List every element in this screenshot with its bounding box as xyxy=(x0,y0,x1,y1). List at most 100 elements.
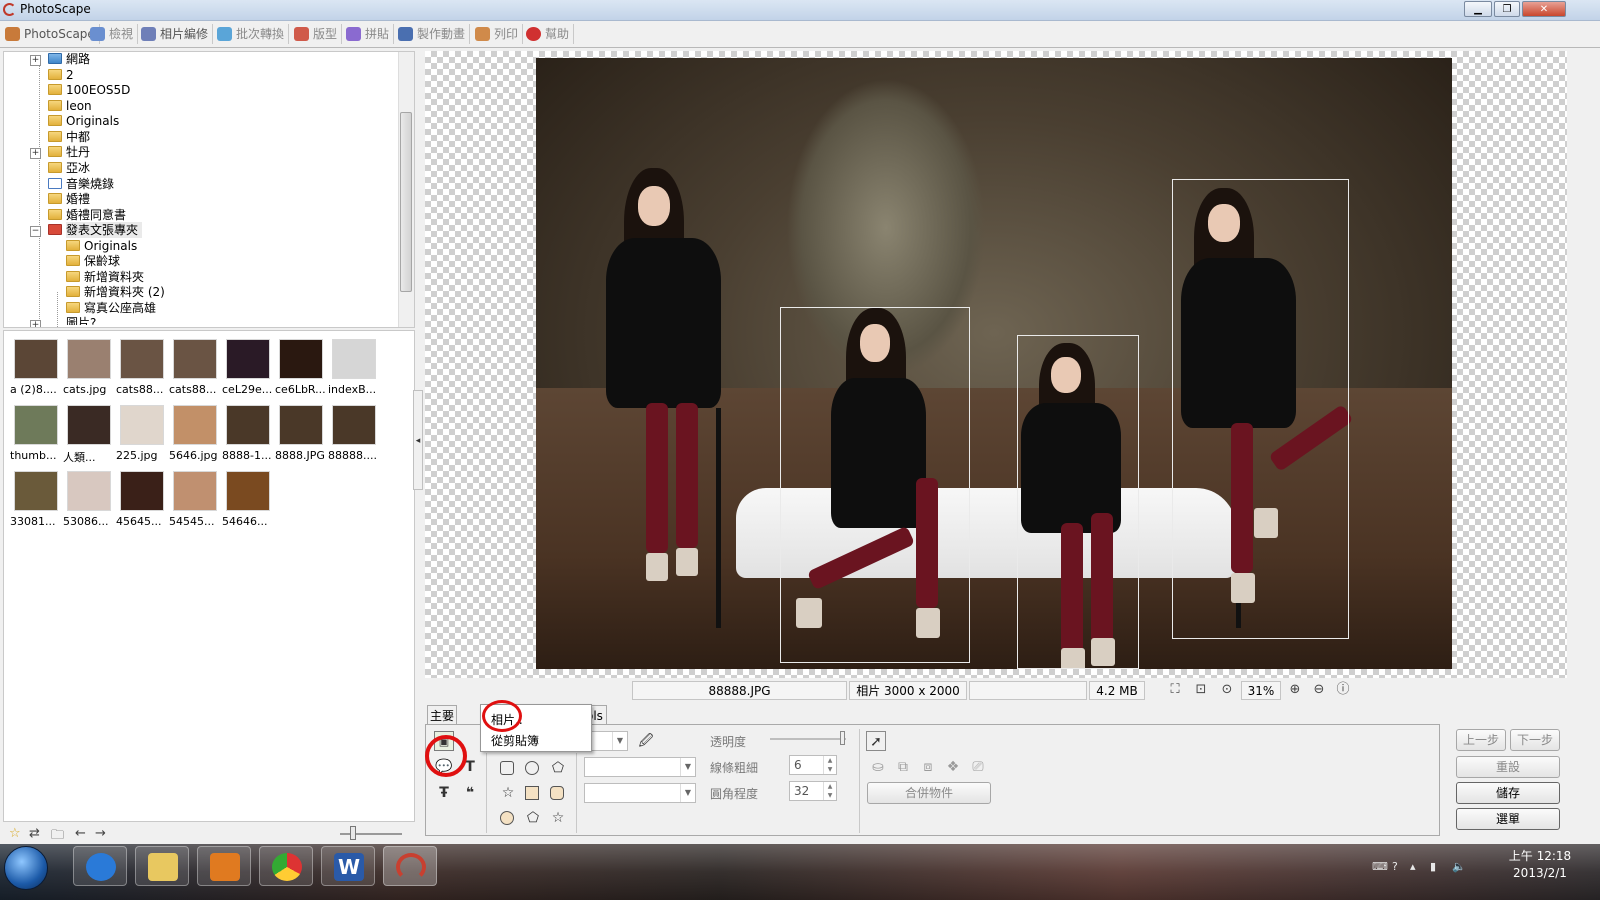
select-arrow-icon[interactable]: ➚ xyxy=(866,731,886,751)
tree-item-selected[interactable]: 發表文張專夾 xyxy=(48,222,143,238)
tab-batch[interactable]: 批次轉換 xyxy=(214,24,290,44)
tree-item[interactable]: Originals xyxy=(48,113,119,129)
photo-object-frame[interactable] xyxy=(780,307,970,663)
corner-spinner[interactable]: 32 ▲ ▼ xyxy=(789,781,837,801)
tree-item[interactable]: 2 xyxy=(48,67,74,83)
fit-window-icon[interactable]: ⛶ xyxy=(1167,682,1183,698)
thumbnail-item[interactable]: 人類... xyxy=(63,401,113,464)
thumbnail-grid[interactable]: a (2)8.... cats.jpg cats88... cats88... ceL2… xyxy=(3,330,415,822)
tree-item[interactable]: 婚禮同意書 xyxy=(48,207,126,223)
tab-animated-gif[interactable]: 製作動畫 xyxy=(395,24,471,44)
help-tray-icon[interactable]: ? xyxy=(1392,860,1398,873)
thumbnail-item[interactable]: 53086... xyxy=(63,467,113,529)
text-box-icon[interactable]: Ŧ xyxy=(434,783,454,803)
tab-home[interactable]: 主要 xyxy=(427,705,457,725)
tree-item[interactable]: 新增資料夾 (2) xyxy=(66,284,165,300)
thumbnail-item[interactable]: 8888-1... xyxy=(222,401,272,463)
tab-print[interactable]: 列印 xyxy=(472,24,524,44)
forward-arrow-icon[interactable]: → xyxy=(95,826,106,841)
tree-item[interactable]: leon xyxy=(48,98,92,114)
menu-button[interactable]: 選單 xyxy=(1456,808,1560,830)
undo-button[interactable]: 上一步 xyxy=(1456,729,1506,751)
tree-item-network[interactable]: 網路 xyxy=(48,52,90,67)
taskbar-app-explorer[interactable] xyxy=(135,846,189,886)
close-button[interactable]: ✕ xyxy=(1522,1,1566,17)
info-icon[interactable]: ⓘ xyxy=(1335,682,1351,698)
expand-button[interactable]: + xyxy=(30,55,41,66)
tree-item[interactable]: 新增資料夾 xyxy=(66,269,144,285)
thumbnail-item[interactable]: 88888.... xyxy=(328,401,378,463)
tree-item[interactable]: Originals xyxy=(66,238,137,254)
thumbnail-item[interactable]: a (2)8.... xyxy=(10,335,60,397)
star-outline-icon[interactable]: ☆ xyxy=(498,783,518,803)
actual-size-icon[interactable]: ⊡ xyxy=(1193,682,1209,698)
thumbnail-item[interactable]: 5646.jpg xyxy=(169,401,219,463)
tree-scrollbar-thumb[interactable] xyxy=(400,112,412,292)
object-icon[interactable]: ⛀ xyxy=(868,757,888,777)
fill-style-combo[interactable]: ▼ xyxy=(584,783,696,803)
show-hidden-icons[interactable]: ▴ xyxy=(1410,860,1416,873)
tree-item[interactable]: 中都 xyxy=(48,129,90,145)
thumbnail-item[interactable]: ce6LbR... xyxy=(275,335,326,397)
thumbnail-item[interactable]: 33081... xyxy=(10,467,60,529)
tree-item[interactable]: 婚禮 xyxy=(48,191,90,207)
thumbnail-item[interactable]: 54646... xyxy=(222,467,272,529)
expand-button[interactable]: + xyxy=(30,148,41,159)
taskbar-app-chrome[interactable] xyxy=(259,846,313,886)
tree-item[interactable]: 圖片? xyxy=(66,315,96,325)
collapse-button[interactable]: − xyxy=(30,226,41,237)
taskbar-app-ie[interactable] xyxy=(73,846,127,886)
panel-collapse-handle[interactable]: ◂ xyxy=(413,390,423,490)
line-width-spinner[interactable]: 6 ▲ ▼ xyxy=(789,755,837,775)
zoom-fit-icon[interactable]: ⊙ xyxy=(1219,682,1235,698)
expand-button[interactable]: + xyxy=(30,320,41,327)
zoom-in-icon[interactable]: ⊕ xyxy=(1287,682,1303,698)
folder-tree[interactable]: + 網路 2 100EOS5D leon Originals 中都 + 牡丹 亞… xyxy=(3,51,415,328)
pentagon-icon[interactable]: ⬠ xyxy=(548,758,568,778)
convert-icon[interactable]: ⇄ xyxy=(29,826,40,841)
start-button[interactable] xyxy=(4,846,48,890)
save-button[interactable]: 儲存 xyxy=(1456,782,1560,804)
thumbnail-item[interactable]: cats.jpg xyxy=(63,335,113,397)
thumbnail-item[interactable]: 225.jpg xyxy=(116,401,166,463)
back-arrow-icon[interactable]: ← xyxy=(75,826,86,841)
volume-icon[interactable]: 🔈 xyxy=(1452,860,1466,873)
keyboard-icon[interactable]: ⌨ xyxy=(1372,860,1388,873)
system-clock[interactable]: 上午 12:18 2013/2/1 xyxy=(1500,848,1580,884)
taskbar-app-photoscape[interactable] xyxy=(383,846,437,886)
minimize-button[interactable]: ▁ xyxy=(1464,1,1492,17)
thumbnail-size-slider-knob[interactable] xyxy=(350,826,356,840)
network-tray-icon[interactable]: ▮ xyxy=(1430,860,1436,873)
photo[interactable] xyxy=(536,58,1452,669)
tab-viewer[interactable]: 檢視 xyxy=(87,24,139,44)
tree-item[interactable]: 100EOS5D xyxy=(48,82,130,98)
menu-item-from-clipboard[interactable]: 從剪貼簿 xyxy=(491,732,539,749)
redo-button[interactable]: 下一步 xyxy=(1510,729,1560,751)
thumbnail-item[interactable]: cats88... xyxy=(169,335,219,397)
bring-front-icon[interactable]: ⧉ xyxy=(893,757,913,777)
filled-rect-icon[interactable] xyxy=(525,786,539,800)
tree-item[interactable]: 保齡球 xyxy=(66,253,120,269)
circle-icon[interactable] xyxy=(525,761,539,775)
rounded-rect-icon[interactable] xyxy=(500,761,514,775)
tree-item[interactable]: 寫真公座高雄 xyxy=(66,300,156,316)
thumbnail-item[interactable]: indexB... xyxy=(328,335,378,397)
filled-pentagon-icon[interactable]: ⬠ xyxy=(523,808,543,828)
tree-item[interactable]: 亞冰 xyxy=(48,160,90,176)
reset-button[interactable]: 重設 xyxy=(1456,756,1560,778)
tree-item[interactable]: 音樂燒錄 xyxy=(48,176,114,192)
thumbnail-item[interactable]: 8888.JPG xyxy=(275,401,325,463)
crop-object-icon[interactable]: ⧈ xyxy=(918,757,938,777)
filled-star-icon[interactable]: ☆ xyxy=(548,808,568,828)
thumbnail-item[interactable]: thumb... xyxy=(10,401,60,463)
line-style-combo[interactable]: ▼ xyxy=(584,757,696,777)
opacity-slider[interactable] xyxy=(770,738,846,740)
quote-icon[interactable]: ❝ xyxy=(460,783,480,803)
photo-object-frame[interactable] xyxy=(1172,179,1349,639)
photo-object-frame[interactable] xyxy=(1017,335,1139,669)
thumbnail-item[interactable]: cats88... xyxy=(116,335,166,397)
zoom-out-icon[interactable]: ⊖ xyxy=(1311,682,1327,698)
thumbnail-item[interactable]: ceL29e... xyxy=(222,335,272,397)
delete-object-icon[interactable]: ⎚ xyxy=(968,757,988,777)
tab-page[interactable]: 版型 xyxy=(291,24,343,44)
